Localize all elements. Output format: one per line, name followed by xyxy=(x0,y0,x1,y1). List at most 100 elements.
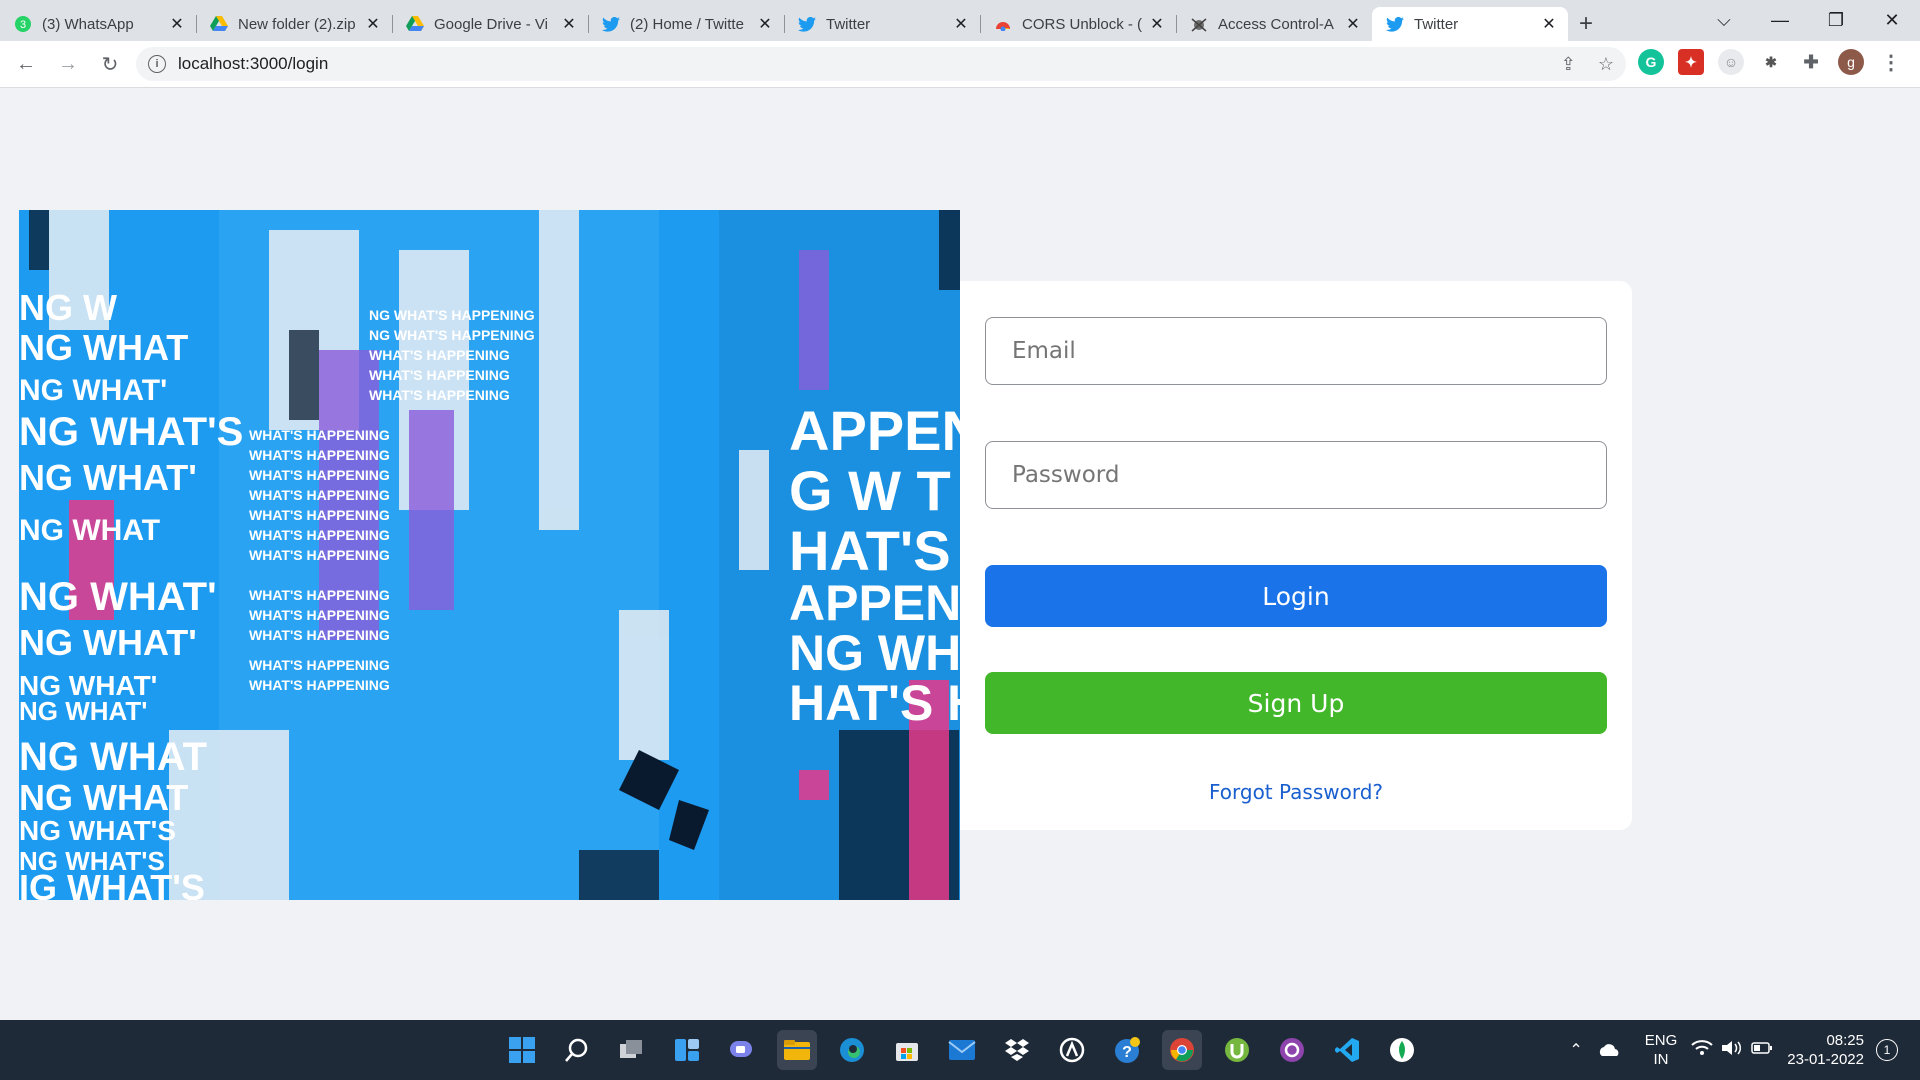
svg-text:WHAT'S HAPPENING: WHAT'S HAPPENING xyxy=(369,387,510,403)
bookmark-star-icon[interactable]: ☆ xyxy=(1598,54,1614,75)
notification-badge[interactable]: 1 xyxy=(1876,1039,1898,1061)
close-icon[interactable]: ✕ xyxy=(756,14,774,34)
app-circle-icon[interactable] xyxy=(1052,1030,1092,1070)
clock[interactable]: 08:25 23-01-2022 xyxy=(1787,1031,1864,1069)
tab-google-drive[interactable]: Google Drive - Vi ✕ xyxy=(392,7,588,41)
extension-face-icon[interactable]: ☺ xyxy=(1718,49,1744,75)
windows-start-icon[interactable] xyxy=(502,1030,542,1070)
minimize-icon[interactable]: — xyxy=(1752,10,1808,31)
menu-kebab-icon[interactable]: ⋮ xyxy=(1878,49,1904,75)
svg-text:NG WHAT'S: NG WHAT'S xyxy=(19,410,243,454)
close-icon[interactable]: ✕ xyxy=(560,14,578,34)
svg-text:NG WHAT': NG WHAT' xyxy=(19,457,197,498)
language-indicator[interactable]: ENG IN xyxy=(1645,1031,1678,1069)
forward-icon[interactable]: → xyxy=(48,44,88,84)
close-window-icon[interactable]: ✕ xyxy=(1864,10,1920,31)
browser-toolbar: ← → ↻ i localhost:3000/login ⇪ ☆ G ✦ ☺ ✱… xyxy=(0,41,1920,88)
svg-text:NG WHAT'S HAPPENING: NG WHAT'S HAPPENING xyxy=(369,307,535,323)
mail-icon[interactable] xyxy=(942,1030,982,1070)
tab-cors-unblock[interactable]: CORS Unblock - ( ✕ xyxy=(980,7,1176,41)
system-tray: ⌃ ENG IN 08:25 23-01-2022 1 xyxy=(1569,1020,1920,1080)
new-tab-button[interactable]: + xyxy=(1568,7,1604,41)
svg-text:NG WHAT: NG WHAT xyxy=(19,735,207,779)
tab-title: (2) Home / Twitte xyxy=(630,15,744,33)
region-code: IN xyxy=(1653,1051,1669,1068)
github-desktop-icon[interactable] xyxy=(1272,1030,1312,1070)
whats-happening-artwork: NG W NG WHAT NG WHAT' NG WHAT'S NG WHAT'… xyxy=(19,210,960,900)
widgets-icon[interactable] xyxy=(667,1030,707,1070)
signup-button[interactable]: Sign Up xyxy=(985,672,1607,734)
extensions-puzzle-icon[interactable]: ✚ xyxy=(1798,49,1824,75)
tab-title: Twitter xyxy=(826,15,871,33)
clock-date: 23-01-2022 xyxy=(1787,1051,1864,1068)
close-icon[interactable]: ✕ xyxy=(364,14,382,34)
search-icon[interactable] xyxy=(557,1030,597,1070)
close-icon[interactable]: ✕ xyxy=(168,14,186,34)
google-drive-icon xyxy=(210,15,228,33)
tab-twitter-home[interactable]: (2) Home / Twitte ✕ xyxy=(588,7,784,41)
grammarly-icon[interactable]: G xyxy=(1638,49,1664,75)
chevron-up-icon[interactable]: ⌃ xyxy=(1569,1040,1582,1060)
share-icon[interactable]: ⇪ xyxy=(1561,54,1576,75)
tab-twitter[interactable]: Twitter ✕ xyxy=(784,7,980,41)
svg-text:NG WHAT: NG WHAT xyxy=(789,625,960,681)
twitter-icon xyxy=(602,15,620,33)
reload-icon[interactable]: ↻ xyxy=(90,44,130,84)
tab-new-folder-zip[interactable]: New folder (2).zip ✕ xyxy=(196,7,392,41)
password-input[interactable] xyxy=(985,441,1607,509)
svg-text:NG WHAT'S HAPPENING: NG WHAT'S HAPPENING xyxy=(369,327,535,343)
dropbox-icon[interactable] xyxy=(997,1030,1037,1070)
vscode-icon[interactable] xyxy=(1327,1030,1367,1070)
extension-red-icon[interactable]: ✦ xyxy=(1678,49,1704,75)
teams-chat-icon[interactable] xyxy=(722,1030,762,1070)
onedrive-icon[interactable] xyxy=(1597,1043,1621,1057)
tab-title: Google Drive - Vi xyxy=(434,15,548,33)
chrome-webstore-icon xyxy=(994,15,1012,33)
svg-text:WHAT'S HAPPENING: WHAT'S HAPPENING xyxy=(249,467,390,483)
email-input[interactable] xyxy=(985,317,1607,385)
tab-title: Access Control-A xyxy=(1218,15,1334,33)
tab-access-control[interactable]: Access Control-A ✕ xyxy=(1176,7,1372,41)
close-icon[interactable]: ✕ xyxy=(1148,14,1166,34)
address-bar[interactable]: i localhost:3000/login ⇪ ☆ xyxy=(136,47,1626,81)
svg-text:3: 3 xyxy=(20,19,26,31)
tab-search-icon[interactable]: ⌵ xyxy=(1696,10,1752,31)
svg-text:WHAT'S HAPPENING: WHAT'S HAPPENING xyxy=(369,347,510,363)
battery-icon[interactable] xyxy=(1751,1041,1773,1059)
wifi-icon[interactable] xyxy=(1691,1040,1713,1060)
tab-twitter-active[interactable]: Twitter ✕ xyxy=(1372,7,1568,41)
svg-text:NG WHAT: NG WHAT xyxy=(19,327,188,368)
edge-icon[interactable] xyxy=(832,1030,872,1070)
file-explorer-icon[interactable] xyxy=(777,1030,817,1070)
bug-extension-icon[interactable]: ✱ xyxy=(1758,49,1784,75)
svg-text:APPENI: APPENI xyxy=(789,575,960,631)
svg-text:NG W: NG W xyxy=(19,287,117,328)
svg-text:?: ? xyxy=(1122,1044,1132,1061)
task-view-icon[interactable] xyxy=(612,1030,652,1070)
profile-avatar[interactable]: g xyxy=(1838,49,1864,75)
close-icon[interactable]: ✕ xyxy=(1344,14,1362,34)
forgot-password-link[interactable]: Forgot Password? xyxy=(960,780,1632,804)
svg-text:G W T: G W T xyxy=(789,459,951,522)
login-card: Login Sign Up Forgot Password? xyxy=(960,281,1632,830)
mongodb-compass-icon[interactable] xyxy=(1382,1030,1422,1070)
svg-text:WHAT'S HAPPENING: WHAT'S HAPPENING xyxy=(249,607,390,623)
site-info-icon[interactable]: i xyxy=(148,55,166,73)
tab-whatsapp[interactable]: 3 (3) WhatsApp ✕ xyxy=(0,7,196,41)
help-icon[interactable]: ? xyxy=(1107,1030,1147,1070)
svg-text:APPENI: APPENI xyxy=(789,399,960,462)
volume-icon[interactable] xyxy=(1721,1040,1743,1060)
restore-icon[interactable]: ❐ xyxy=(1808,10,1864,31)
close-icon[interactable]: ✕ xyxy=(952,14,970,34)
login-button[interactable]: Login xyxy=(985,565,1607,627)
microsoft-store-icon[interactable] xyxy=(887,1030,927,1070)
chrome-icon[interactable] xyxy=(1162,1030,1202,1070)
svg-text:NG WHAT: NG WHAT xyxy=(19,777,188,818)
back-icon[interactable]: ← xyxy=(6,44,46,84)
svg-text:WHAT'S HAPPENING: WHAT'S HAPPENING xyxy=(249,587,390,603)
google-drive-icon xyxy=(406,15,424,33)
utorrent-icon[interactable] xyxy=(1217,1030,1257,1070)
close-icon[interactable]: ✕ xyxy=(1540,14,1558,34)
svg-text:HAT'S H: HAT'S H xyxy=(789,519,960,582)
svg-text:IG WHAT'S: IG WHAT'S xyxy=(19,867,205,900)
